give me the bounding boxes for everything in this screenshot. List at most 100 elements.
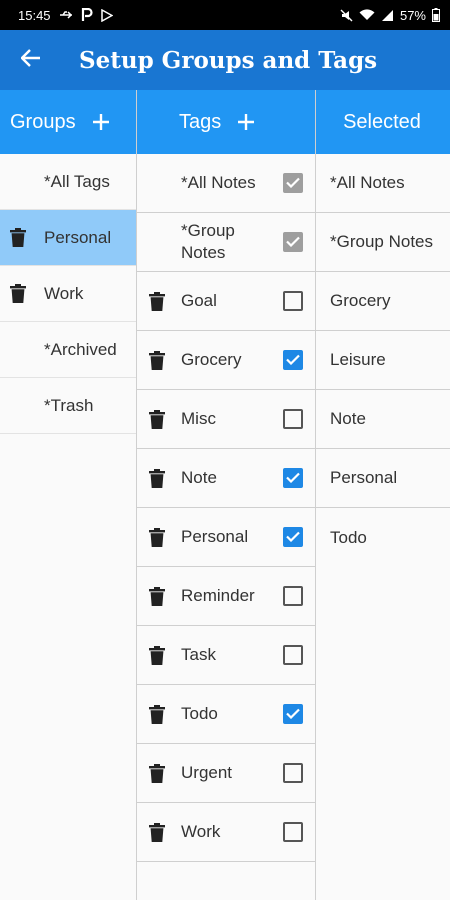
checkbox-disabled [283,173,303,193]
check-icon [286,173,300,193]
groups-header-label: Groups [10,110,76,133]
tags-header: Tags [137,90,315,154]
checkbox-checked[interactable] [283,468,303,488]
checkbox-unchecked[interactable] [283,586,303,606]
trash-icon[interactable] [149,822,169,842]
tags-column: Tags *All Notes *Group Notes Goal Grocery Mi… [136,90,316,900]
selected-label: *All Notes [330,173,405,192]
trash-icon[interactable] [149,763,169,783]
signal-icon [381,9,394,22]
selected-row: Todo [316,508,450,567]
group-row[interactable]: Work [0,266,136,322]
tag-row[interactable]: Goal [137,272,315,331]
selected-label: Grocery [330,291,391,310]
tag-row[interactable]: Grocery [137,331,315,390]
selected-header: Selected [316,90,450,154]
selected-label: Leisure [330,350,386,369]
tag-row[interactable]: Todo [137,685,315,744]
group-row[interactable]: Personal [0,210,136,266]
checkbox-checked[interactable] [283,704,303,724]
check-icon [286,468,300,488]
tag-row[interactable]: Misc [137,390,315,449]
selected-row: *All Notes [316,154,450,213]
usb-icon [59,9,73,21]
checkbox-checked[interactable] [283,350,303,370]
tag-label: Grocery [181,350,242,369]
tag-label: Misc [181,409,216,428]
group-label: *Archived [44,339,117,359]
group-row[interactable]: *Archived [0,322,136,378]
selected-column: Selected *All Notes *Group Notes Grocery Le… [316,90,450,900]
checkbox-unchecked[interactable] [283,763,303,783]
group-label: Personal [44,227,112,247]
selected-list: *All Notes *Group Notes Grocery Leisure Note… [316,154,450,567]
battery-icon [432,8,440,22]
arrow-left-icon [20,48,41,72]
group-label: *Trash [44,395,94,415]
status-time: 15:45 [18,7,51,23]
trash-icon[interactable] [149,645,169,665]
selected-row: Personal [316,449,450,508]
checkbox-disabled [283,232,303,252]
trash-icon[interactable] [10,284,32,303]
tag-label: Personal [181,527,249,546]
checkbox-unchecked[interactable] [283,645,303,665]
tag-label: *Group Notes [181,221,235,262]
group-row[interactable]: *All Tags [0,154,136,210]
tag-label: Reminder [181,586,255,605]
checkbox-unchecked[interactable] [283,822,303,842]
selected-label: Todo [330,527,367,547]
group-label: *All Tags [44,171,110,191]
checkbox-unchecked[interactable] [283,291,303,311]
trash-icon[interactable] [149,704,169,724]
tag-row[interactable]: Work [137,803,315,862]
add-group-button[interactable] [92,113,110,131]
app-bar: Setup Groups and Tags [0,30,450,90]
groups-list: *All Tags Personal Work *Archived *Trash [0,154,136,434]
wifi-icon [359,9,375,21]
tag-row[interactable]: Note [137,449,315,508]
trash-icon[interactable] [149,291,169,311]
status-bar: 15:45 57% [0,0,450,30]
trash-icon[interactable] [149,527,169,547]
selected-row: Leisure [316,331,450,390]
add-tag-button[interactable] [237,113,255,131]
tag-label: Work [181,822,221,841]
page-title: Setup Groups and Tags [79,46,378,74]
tag-row[interactable]: Reminder [137,567,315,626]
group-row[interactable]: *Trash [0,378,136,434]
tag-row[interactable]: Personal [137,508,315,567]
tag-row[interactable]: *All Notes [137,154,315,213]
tag-label: Urgent [181,763,233,782]
selected-row: Grocery [316,272,450,331]
play-store-icon [100,8,113,22]
tag-label: Task [181,645,216,664]
trash-icon[interactable] [149,350,169,370]
back-button[interactable] [0,30,62,90]
selected-row: *Group Notes [316,213,450,272]
battery-percent: 57% [399,7,426,23]
tag-label: *All Notes [181,173,256,192]
tag-label: Todo [181,704,218,723]
selected-label: Personal [330,468,398,487]
group-label: Work [44,283,84,303]
checkbox-unchecked[interactable] [283,409,303,429]
groups-column: Groups *All Tags Personal Work *Archived *Tr… [0,90,136,900]
tag-row[interactable]: Urgent [137,744,315,803]
selected-header-label: Selected [343,110,421,133]
trash-icon[interactable] [149,468,169,488]
check-icon [286,350,300,370]
app-p-icon [81,8,93,22]
trash-icon[interactable] [149,586,169,606]
check-icon [286,704,300,724]
checkbox-checked[interactable] [283,527,303,547]
selected-label: Note [330,409,366,428]
trash-icon[interactable] [10,228,32,247]
tag-row[interactable]: Task [137,626,315,685]
tag-row[interactable]: *Group Notes [137,213,315,272]
groups-header: Groups [0,90,136,154]
trash-icon[interactable] [149,409,169,429]
check-icon [286,527,300,547]
selected-row: Note [316,390,450,449]
tag-label: Goal [181,291,217,310]
